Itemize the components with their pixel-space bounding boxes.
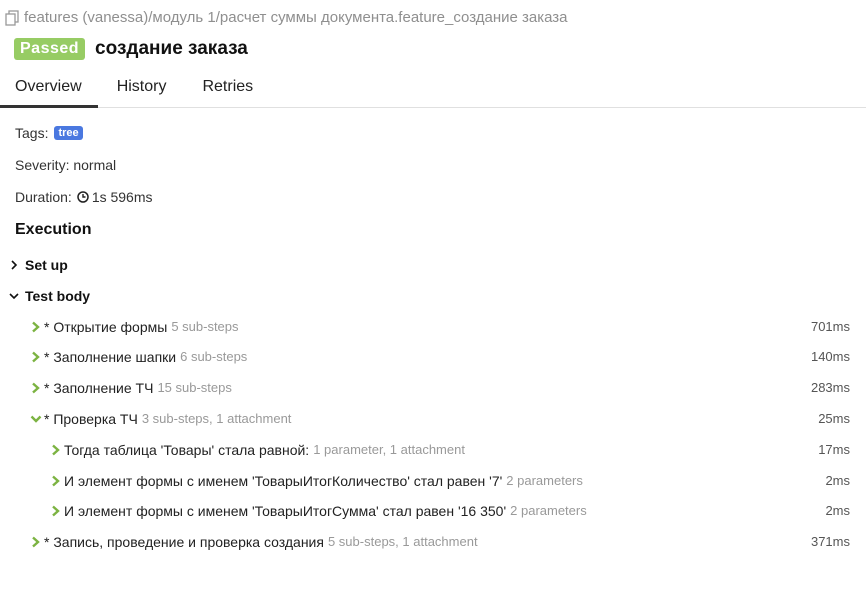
duration-row: Duration: 1s 596ms xyxy=(15,189,153,205)
step-substeps: 3 sub-steps, 1 attachment xyxy=(141,411,292,426)
tab-history[interactable]: History xyxy=(102,70,182,108)
breadcrumb: features (vanessa)/модуль 1/расчет суммы… xyxy=(4,9,568,26)
chevron-down-icon xyxy=(9,293,19,300)
step-duration: 140ms xyxy=(810,349,850,364)
chevron-right-icon xyxy=(32,351,40,362)
step-duration: 701ms xyxy=(810,319,850,334)
step-params: 2 parameters xyxy=(510,503,587,518)
step-name: И элемент формы с именем 'ТоварыИтогКоли… xyxy=(64,472,503,489)
step-duration: 17ms xyxy=(818,442,850,457)
chevron-right-icon xyxy=(11,260,18,270)
test-body-group[interactable]: Test body xyxy=(9,288,90,304)
step-row[interactable]: * Заполнение шапки 6 sub-steps 140ms xyxy=(0,341,866,372)
chevron-right-icon xyxy=(52,475,60,486)
step-params: 1 parameter, 1 attachment xyxy=(313,442,465,457)
chevron-right-icon xyxy=(32,536,40,547)
step-duration: 2ms xyxy=(825,503,850,518)
step-name: Тогда таблица 'Товары' стала равной: xyxy=(64,441,310,458)
step-name: * Запись, проведение и проверка создания xyxy=(44,533,324,550)
step-name: * Заполнение шапки xyxy=(44,348,177,365)
tags-row: Tags: tree xyxy=(15,125,83,141)
tags-label: Tags: xyxy=(15,125,49,141)
page-title: создание заказа xyxy=(95,38,248,59)
step-substeps: 5 sub-steps xyxy=(171,319,239,334)
status-badge: Passed xyxy=(14,38,86,60)
substep-row[interactable]: И элемент формы с именем 'ТоварыИтогСумм… xyxy=(0,495,866,526)
test-body-label: Test body xyxy=(25,288,91,304)
step-duration: 371ms xyxy=(810,534,850,549)
step-substeps: 6 sub-steps xyxy=(180,349,248,364)
tab-bar: Overview History Retries xyxy=(0,70,866,108)
severity-row: Severity: normal xyxy=(15,157,116,173)
breadcrumb-text: features (vanessa)/модуль 1/расчет суммы… xyxy=(24,9,568,26)
step-duration: 2ms xyxy=(825,473,850,488)
step-row[interactable]: * Запись, проведение и проверка создания… xyxy=(0,526,866,557)
clock-icon xyxy=(77,191,89,203)
step-row[interactable]: * Заполнение ТЧ 15 sub-steps 283ms xyxy=(0,372,866,403)
setup-label: Set up xyxy=(25,257,68,273)
step-row-expanded[interactable]: * Проверка ТЧ 3 sub-steps, 1 attachment … xyxy=(0,403,866,434)
chevron-right-icon xyxy=(32,321,40,332)
substep-row[interactable]: Тогда таблица 'Товары' стала равной: 1 p… xyxy=(0,434,866,465)
step-name: И элемент формы с именем 'ТоварыИтогСумм… xyxy=(64,502,507,519)
title-row: Passed создание заказа xyxy=(14,38,248,60)
copy-icon[interactable] xyxy=(4,9,22,26)
chevron-right-icon xyxy=(52,505,60,516)
chevron-right-icon xyxy=(52,444,60,455)
duration-label: Duration: xyxy=(15,189,72,205)
step-substeps: 5 sub-steps, 1 attachment xyxy=(327,534,478,549)
step-duration: 25ms xyxy=(818,411,850,426)
duration-value: 1s 596ms xyxy=(91,189,153,205)
step-substeps: 15 sub-steps xyxy=(157,380,232,395)
step-duration: 283ms xyxy=(810,380,850,395)
substep-row[interactable]: И элемент формы с именем 'ТоварыИтогКоли… xyxy=(0,465,866,496)
chevron-down-icon xyxy=(30,415,42,423)
tag-badge[interactable]: tree xyxy=(54,126,83,140)
setup-group[interactable]: Set up xyxy=(9,257,68,273)
severity-text: Severity: normal xyxy=(15,157,117,173)
step-name: * Проверка ТЧ xyxy=(44,410,138,427)
chevron-right-icon xyxy=(32,382,40,393)
execution-title: Execution xyxy=(15,221,92,238)
step-row[interactable]: * Открытие формы 5 sub-steps 701ms xyxy=(0,311,866,342)
step-params: 2 parameters xyxy=(506,473,583,488)
tab-retries[interactable]: Retries xyxy=(187,70,268,108)
step-name: * Открытие формы xyxy=(44,318,168,335)
tab-overview[interactable]: Overview xyxy=(0,70,98,108)
step-name: * Заполнение ТЧ xyxy=(44,379,154,396)
